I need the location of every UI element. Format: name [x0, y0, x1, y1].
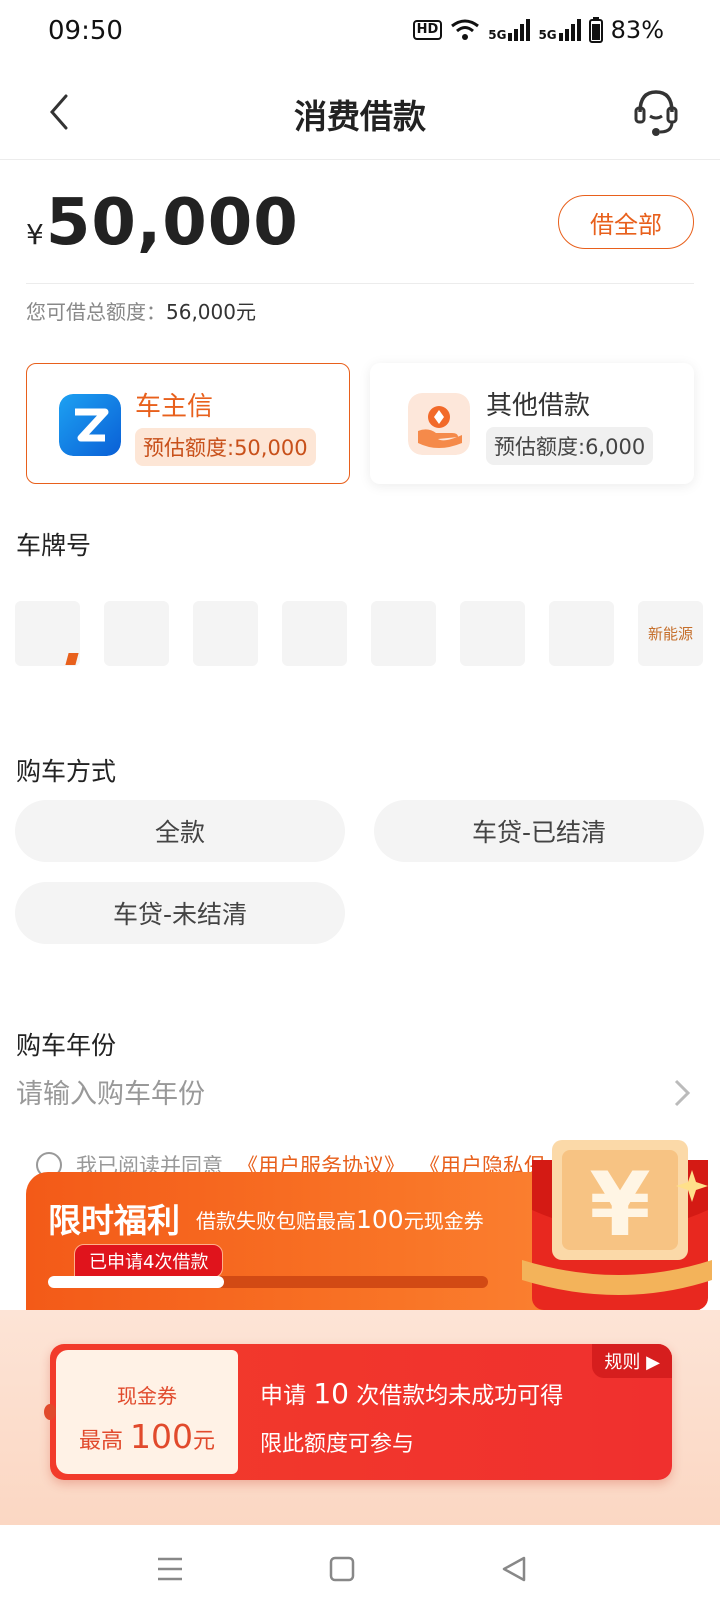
plate-cell-2[interactable] — [104, 601, 169, 666]
loan-amount: ¥ 50,000 — [26, 186, 299, 260]
signal-5g-icon-2: 5G — [538, 19, 581, 41]
chevron-right-icon[interactable] — [670, 1077, 694, 1109]
coupon-value-section: 现金券 最高 100元 — [56, 1350, 238, 1474]
wifi-icon — [451, 19, 480, 40]
plate-label: 车牌号 — [16, 531, 92, 560]
total-limit-value: 56,000元 — [166, 300, 256, 324]
loan-card-name: 其他借款 — [486, 391, 591, 421]
loan-card-limit: 预估额度:50,000 — [135, 428, 316, 466]
signal-5g-icon: 5G — [488, 19, 531, 41]
status-icons: HD 5G 5G 83% — [412, 16, 664, 44]
plate-cell-new-energy[interactable]: 新能源 — [638, 601, 703, 666]
hd-icon: HD — [412, 20, 443, 40]
borrow-all-button[interactable]: 借全部 — [558, 195, 694, 249]
promo-progress-fill — [48, 1276, 224, 1288]
status-bar: 09:50 HD 5G 5G 83% — [0, 0, 720, 66]
divider — [26, 283, 694, 284]
loan-card-limit: 预估额度:6,000 — [486, 427, 654, 465]
plate-cell-3[interactable] — [193, 601, 258, 666]
total-limit: 您可借总额度：56,000元 — [26, 296, 256, 325]
status-time: 09:50 — [48, 16, 123, 46]
hand-coin-icon — [408, 393, 470, 455]
red-envelope-icon: ¥ — [522, 1140, 712, 1310]
coupon-condition: 申请 10 次借款均未成功可得 — [260, 1377, 564, 1410]
rules-button[interactable]: 规则 ▶ — [592, 1344, 672, 1378]
loan-card-other[interactable]: 其他借款 预估额度:6,000 — [370, 363, 694, 484]
plate-input-row: 新能源 — [15, 601, 703, 666]
plate-cell-1[interactable] — [15, 601, 80, 666]
cash-coupon[interactable]: 现金券 最高 100元 申请 10 次借款均未成功可得 限此额度可参与 规则 ▶ — [44, 1344, 672, 1480]
purchase-label: 购车方式 — [16, 757, 117, 786]
battery-icon — [588, 17, 603, 43]
plate-cell-4[interactable] — [282, 601, 347, 666]
plate-cell-5[interactable] — [371, 601, 436, 666]
plate-cell-6[interactable] — [460, 601, 525, 666]
nav-bar: 消费借款 — [0, 66, 720, 160]
applied-count-badge: 已申请4次借款 — [74, 1244, 224, 1278]
amount-value[interactable]: 50,000 — [46, 186, 299, 260]
battery-percent: 83% — [610, 16, 664, 44]
option-loan-unsettled[interactable]: 车贷-未结清 — [15, 882, 345, 944]
customer-service-headset-icon[interactable] — [632, 86, 680, 138]
back-triangle-icon[interactable] — [500, 1555, 528, 1583]
z-logo-icon — [59, 394, 121, 456]
loan-card-chezhuxin[interactable]: 车主信 预估额度:50,000 — [26, 363, 350, 484]
loan-card-name: 车主信 — [135, 392, 214, 422]
year-label: 购车年份 — [16, 1031, 117, 1060]
option-loan-settled[interactable]: 车贷-已结清 — [374, 800, 704, 862]
home-square-icon[interactable] — [328, 1555, 356, 1583]
option-full-payment[interactable]: 全款 — [15, 800, 345, 862]
coupon-max-amount: 最高 100元 — [78, 1417, 216, 1456]
promo-title: 限时福利 — [48, 1201, 180, 1240]
promo-progress-bar — [48, 1276, 488, 1288]
system-navigation-bar — [0, 1525, 720, 1612]
plate-cell-7[interactable] — [549, 601, 614, 666]
coupon-notch — [44, 1404, 56, 1420]
year-input[interactable]: 请输入购车年份 — [16, 1072, 205, 1111]
currency-symbol: ¥ — [26, 218, 44, 251]
menu-icon[interactable] — [156, 1555, 184, 1583]
coupon-note: 限此额度可参与 — [260, 1432, 415, 1457]
page-title: 消费借款 — [294, 97, 426, 136]
coupon-panel: 现金券 最高 100元 申请 10 次借款均未成功可得 限此额度可参与 规则 ▶ — [0, 1310, 720, 1525]
coupon-type: 现金券 — [117, 1384, 177, 1408]
promo-subtitle: 借款失败包赔最高100元现金券 — [196, 1205, 484, 1234]
svg-text:¥: ¥ — [589, 1153, 650, 1256]
total-limit-label: 您可借总额度： — [26, 300, 166, 324]
